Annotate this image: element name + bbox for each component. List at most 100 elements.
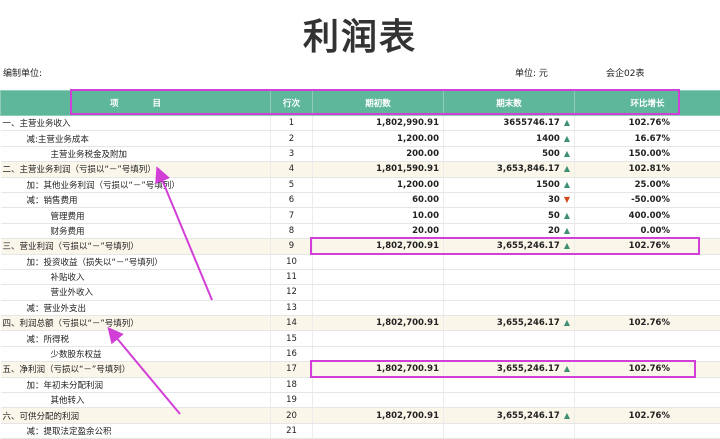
end-cell[interactable] bbox=[443, 300, 575, 317]
line-cell[interactable]: 1 bbox=[270, 115, 313, 132]
end-cell[interactable] bbox=[443, 346, 575, 363]
line-cell[interactable]: 17 bbox=[270, 361, 313, 378]
growth-cell[interactable]: 102.76% bbox=[574, 361, 720, 378]
growth-cell[interactable]: 102.76% bbox=[574, 238, 720, 255]
line-cell[interactable]: 13 bbox=[270, 300, 313, 317]
item-cell[interactable]: 财务费用 bbox=[0, 223, 271, 240]
end-cell[interactable]: 3,655,246.17 ▲ bbox=[443, 361, 575, 378]
end-cell[interactable] bbox=[443, 377, 575, 394]
header-growth[interactable]: 环比增长 bbox=[574, 90, 720, 116]
item-cell[interactable]: 主营业务税金及附加 bbox=[0, 146, 271, 163]
growth-cell[interactable]: 16.67% bbox=[574, 130, 720, 147]
item-cell[interactable]: 减：销售费用 bbox=[0, 192, 271, 209]
line-cell[interactable]: 10 bbox=[270, 254, 313, 270]
line-cell[interactable]: 2 bbox=[270, 130, 313, 147]
item-cell[interactable]: 管理费用 bbox=[0, 207, 271, 224]
line-cell[interactable]: 21 bbox=[270, 423, 313, 439]
line-cell[interactable]: 7 bbox=[270, 207, 313, 224]
item-cell[interactable]: 减：提取法定盈余公积 bbox=[0, 423, 271, 439]
begin-cell[interactable] bbox=[312, 300, 444, 317]
line-cell[interactable]: 20 bbox=[270, 407, 313, 424]
begin-cell[interactable]: 1,200.00 bbox=[312, 130, 444, 147]
line-cell[interactable]: 12 bbox=[270, 284, 313, 301]
begin-cell[interactable] bbox=[312, 377, 444, 394]
begin-cell[interactable]: 60.00 bbox=[312, 192, 444, 209]
begin-cell[interactable] bbox=[312, 392, 444, 409]
begin-cell[interactable]: 1,200.00 bbox=[312, 177, 444, 193]
growth-cell[interactable] bbox=[574, 284, 720, 301]
item-cell[interactable]: 补贴收入 bbox=[0, 269, 271, 286]
header-item[interactable]: 项 目 bbox=[0, 90, 271, 116]
end-cell[interactable]: 1500 ▲ bbox=[443, 177, 575, 193]
end-cell[interactable] bbox=[443, 269, 575, 286]
item-cell[interactable]: 三、营业利润（亏损以“－”号填列） bbox=[0, 238, 271, 255]
begin-cell[interactable] bbox=[312, 284, 444, 301]
item-cell[interactable]: 加：投资收益（损失以“－”号填列） bbox=[0, 254, 271, 270]
item-cell[interactable]: 减:主营业务成本 bbox=[0, 130, 271, 147]
line-cell[interactable]: 18 bbox=[270, 377, 313, 394]
item-cell[interactable]: 其他转入 bbox=[0, 392, 271, 409]
item-cell[interactable]: 六、可供分配的利润 bbox=[0, 407, 271, 424]
end-cell[interactable]: 30 ▼ bbox=[443, 192, 575, 209]
growth-cell[interactable]: -50.00% bbox=[574, 192, 720, 209]
growth-cell[interactable] bbox=[574, 330, 720, 347]
end-cell[interactable]: 3,653,846.17 ▲ bbox=[443, 161, 575, 178]
growth-cell[interactable]: 150.00% bbox=[574, 146, 720, 163]
growth-cell[interactable] bbox=[574, 269, 720, 286]
begin-cell[interactable]: 10.00 bbox=[312, 207, 444, 224]
begin-cell[interactable] bbox=[312, 423, 444, 439]
item-cell[interactable]: 减：营业外支出 bbox=[0, 300, 271, 317]
line-cell[interactable]: 14 bbox=[270, 315, 313, 332]
item-cell[interactable]: 减：所得税 bbox=[0, 330, 271, 347]
item-cell[interactable]: 少数股东权益 bbox=[0, 346, 271, 363]
begin-cell[interactable]: 1,802,700.91 bbox=[312, 407, 444, 424]
end-cell[interactable]: 3,655,246.17 ▲ bbox=[443, 315, 575, 332]
line-cell[interactable]: 11 bbox=[270, 269, 313, 286]
end-cell[interactable]: 500 ▲ bbox=[443, 146, 575, 163]
growth-cell[interactable]: 400.00% bbox=[574, 207, 720, 224]
header-line[interactable]: 行次 bbox=[270, 90, 313, 116]
header-end[interactable]: 期末数 bbox=[443, 90, 575, 116]
growth-cell[interactable] bbox=[574, 392, 720, 409]
end-cell[interactable]: 20 ▲ bbox=[443, 223, 575, 240]
begin-cell[interactable]: 1,802,700.91 bbox=[312, 238, 444, 255]
growth-cell[interactable] bbox=[574, 300, 720, 317]
end-cell[interactable] bbox=[443, 423, 575, 439]
begin-cell[interactable]: 200.00 bbox=[312, 146, 444, 163]
growth-cell[interactable]: 0.00% bbox=[574, 223, 720, 240]
end-cell[interactable]: 3,655,246.17 ▲ bbox=[443, 407, 575, 424]
begin-cell[interactable]: 20.00 bbox=[312, 223, 444, 240]
begin-cell[interactable]: 1,802,990.91 bbox=[312, 115, 444, 132]
item-cell[interactable]: 一、主营业务收入 bbox=[0, 115, 271, 132]
end-cell[interactable]: 3,655,246.17 ▲ bbox=[443, 238, 575, 255]
item-cell[interactable]: 二、主营业务利润（亏损以“－”号填列） bbox=[0, 161, 271, 178]
growth-cell[interactable] bbox=[574, 254, 720, 270]
growth-cell[interactable]: 102.81% bbox=[574, 161, 720, 178]
growth-cell[interactable]: 102.76% bbox=[574, 115, 720, 132]
line-cell[interactable]: 8 bbox=[270, 223, 313, 240]
begin-cell[interactable] bbox=[312, 254, 444, 270]
begin-cell[interactable] bbox=[312, 346, 444, 363]
line-cell[interactable]: 3 bbox=[270, 146, 313, 163]
item-cell[interactable]: 五、净利润（亏损以“－”号填列） bbox=[0, 361, 271, 378]
item-cell[interactable]: 营业外收入 bbox=[0, 284, 271, 301]
item-cell[interactable]: 加：其他业务利润（亏损以“－”号填列） bbox=[0, 177, 271, 193]
growth-cell[interactable]: 102.76% bbox=[574, 407, 720, 424]
begin-cell[interactable] bbox=[312, 269, 444, 286]
end-cell[interactable] bbox=[443, 254, 575, 270]
growth-cell[interactable] bbox=[574, 346, 720, 363]
item-cell[interactable]: 加：年初未分配利润 bbox=[0, 377, 271, 394]
end-cell[interactable]: 50 ▲ bbox=[443, 207, 575, 224]
line-cell[interactable]: 15 bbox=[270, 330, 313, 347]
end-cell[interactable] bbox=[443, 392, 575, 409]
growth-cell[interactable] bbox=[574, 377, 720, 394]
growth-cell[interactable] bbox=[574, 423, 720, 439]
line-cell[interactable]: 16 bbox=[270, 346, 313, 363]
begin-cell[interactable]: 1,801,590.91 bbox=[312, 161, 444, 178]
begin-cell[interactable]: 1,802,700.91 bbox=[312, 315, 444, 332]
end-cell[interactable]: 1400 ▲ bbox=[443, 130, 575, 147]
line-cell[interactable]: 9 bbox=[270, 238, 313, 255]
line-cell[interactable]: 19 bbox=[270, 392, 313, 409]
line-cell[interactable]: 5 bbox=[270, 177, 313, 193]
growth-cell[interactable]: 102.76% bbox=[574, 315, 720, 332]
